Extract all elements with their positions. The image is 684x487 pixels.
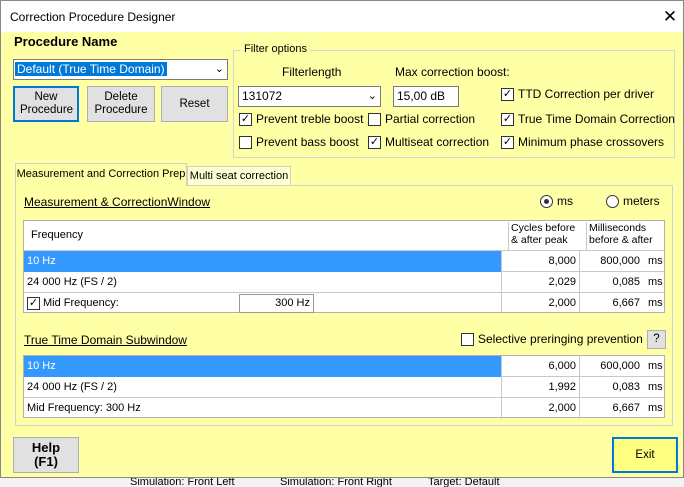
row-unit: ms xyxy=(648,381,663,393)
table-row[interactable]: Mid Frequency: 300 Hz 2,000 6,667 ms xyxy=(24,398,664,419)
row-unit: ms xyxy=(648,402,663,414)
tab-panel: Measurement & CorrectionWindow ms meters… xyxy=(15,185,673,426)
prevent-bass-label: Prevent bass boost xyxy=(256,135,359,149)
close-icon[interactable]: ✕ xyxy=(657,4,683,30)
ms-radio-label: ms xyxy=(557,194,573,208)
tab-measurement-correction-prep[interactable]: Measurement and Correction Prep xyxy=(15,163,187,186)
procedure-select-value: Default (True Time Domain) xyxy=(15,62,167,76)
table-row[interactable]: 24 000 Hz (FS / 2) 1,992 0,083 ms xyxy=(24,377,664,398)
max-boost-value: 15,00 dB xyxy=(397,89,446,103)
row-frequency: Mid Frequency: xyxy=(43,297,119,309)
row-cycles[interactable]: 1,992 xyxy=(501,377,579,398)
ms-radio[interactable] xyxy=(540,195,553,208)
chevron-down-icon: ⌄ xyxy=(214,63,224,75)
new-procedure-label: New Procedure xyxy=(20,91,74,116)
delete-procedure-button[interactable]: Delete Procedure xyxy=(87,86,155,122)
row-ms[interactable]: 800,000 xyxy=(579,251,643,272)
max-boost-label: Max correction boost: xyxy=(395,65,510,79)
question-icon: ? xyxy=(653,333,660,345)
procedure-name-heading: Procedure Name xyxy=(14,34,118,49)
delete-procedure-label: Delete Procedure xyxy=(94,91,148,116)
chevron-down-icon: ⌄ xyxy=(367,90,377,102)
table-row[interactable]: 24 000 Hz (FS / 2) 2,029 0,085 ms xyxy=(24,272,664,293)
legend-item-front-right: Simulation: Front Right xyxy=(280,478,392,487)
multiseat-checkbox[interactable]: ✓ xyxy=(368,136,381,149)
row-cycles[interactable]: 8,000 xyxy=(501,251,579,272)
help-button[interactable]: Help (F1) xyxy=(13,437,79,473)
partial-correction-label: Partial correction xyxy=(385,112,476,126)
row-unit: ms xyxy=(648,276,663,288)
prevent-bass-checkbox[interactable] xyxy=(239,136,252,149)
meters-radio[interactable] xyxy=(606,195,619,208)
row-unit: ms xyxy=(648,297,663,309)
partial-correction-checkbox[interactable] xyxy=(368,113,381,126)
row-ms[interactable]: 6,667 xyxy=(579,398,643,419)
preringing-checkbox[interactable] xyxy=(461,333,474,346)
row-frequency: Mid Frequency: 300 Hz xyxy=(27,402,141,414)
row-cycles[interactable]: 2,000 xyxy=(501,398,579,419)
max-boost-input[interactable]: 15,00 dB xyxy=(393,86,459,107)
reset-label: Reset xyxy=(179,97,210,110)
row-ms[interactable]: 0,083 xyxy=(579,377,643,398)
tab-measurement-label: Measurement and Correction Prep xyxy=(16,168,186,180)
exit-button[interactable]: Exit xyxy=(612,437,678,473)
mid-frequency-checkbox[interactable]: ✓ xyxy=(27,297,40,310)
background-legend-strip: Simulation: Front Left Simulation: Front… xyxy=(0,478,684,487)
legend-item-target: Target: Default xyxy=(428,478,500,487)
min-phase-checkbox[interactable]: ✓ xyxy=(501,136,514,149)
preringing-label: Selective preringing prevention xyxy=(478,332,643,346)
tab-multi-seat-correction[interactable]: Multi seat correction xyxy=(187,166,291,186)
legend-item-front-left: Simulation: Front Left xyxy=(130,478,235,487)
row-ms[interactable]: 600,000 xyxy=(579,356,643,377)
row-cycles[interactable]: 6,000 xyxy=(501,356,579,377)
row-frequency: 10 Hz xyxy=(24,356,501,377)
reset-button[interactable]: Reset xyxy=(161,86,228,122)
header-frequency: Frequency xyxy=(31,229,83,241)
exit-label: Exit xyxy=(635,448,655,461)
prevent-treble-checkbox[interactable]: ✓ xyxy=(239,113,252,126)
row-frequency: 24 000 Hz (FS / 2) xyxy=(27,276,117,288)
row-frequency: 24 000 Hz (FS / 2) xyxy=(27,381,117,393)
row-ms[interactable]: 6,667 xyxy=(579,293,643,314)
measurement-header-row: Frequency Cycles before & after peak Mil… xyxy=(24,221,664,251)
new-procedure-button[interactable]: New Procedure xyxy=(13,86,79,122)
header-cycles: Cycles before & after peak xyxy=(508,222,586,250)
ttd-correction-label: True Time Domain Correction xyxy=(518,112,675,126)
min-phase-label: Minimum phase crossovers xyxy=(518,135,665,149)
table-row[interactable]: 10 Hz 8,000 800,000 ms xyxy=(24,251,664,272)
row-unit: ms xyxy=(648,255,663,267)
measurement-table: Frequency Cycles before & after peak Mil… xyxy=(23,220,665,314)
ttd-correction-checkbox[interactable]: ✓ xyxy=(501,113,514,126)
title-bar: Correction Procedure Designer ✕ xyxy=(1,1,683,32)
filterlength-select[interactable]: 131072 ⌄ xyxy=(238,86,381,107)
mid-frequency-input[interactable]: 300 Hz xyxy=(239,294,314,313)
ttd-per-driver-checkbox[interactable]: ✓ xyxy=(501,88,514,101)
ttd-section-title: True Time Domain Subwindow xyxy=(24,333,187,347)
row-frequency: 10 Hz xyxy=(24,251,501,272)
measurement-section-title: Measurement & CorrectionWindow xyxy=(24,195,211,209)
help-question-button[interactable]: ? xyxy=(647,330,666,349)
prevent-treble-label: Prevent treble boost xyxy=(256,112,364,126)
filterlength-value: 131072 xyxy=(242,89,283,103)
row-ms[interactable]: 0,085 xyxy=(579,272,643,293)
multiseat-label: Multiseat correction xyxy=(385,135,490,149)
header-ms: Milliseconds before & after xyxy=(586,222,664,250)
ttd-table: 10 Hz 6,000 600,000 ms 24 000 Hz (FS / 2… xyxy=(23,355,665,419)
filterlength-label: Filterlength xyxy=(282,65,342,79)
procedure-select[interactable]: Default (True Time Domain) ⌄ xyxy=(13,59,228,80)
window-title: Correction Procedure Designer xyxy=(10,10,176,24)
table-row[interactable]: 10 Hz 6,000 600,000 ms xyxy=(24,356,664,377)
help-label: Help (F1) xyxy=(31,440,61,469)
row-cycles[interactable]: 2,029 xyxy=(501,272,579,293)
table-row[interactable]: ✓ Mid Frequency: 300 Hz 2,000 6,667 ms xyxy=(24,293,664,314)
row-unit: ms xyxy=(648,360,663,372)
row-cycles[interactable]: 2,000 xyxy=(501,293,579,314)
correction-procedure-window: Correction Procedure Designer ✕ Procedur… xyxy=(0,0,684,478)
meters-radio-label: meters xyxy=(623,194,660,208)
ttd-per-driver-label: TTD Correction per driver xyxy=(518,87,655,101)
tab-multi-seat-label: Multi seat correction xyxy=(189,170,289,182)
filter-options-legend: Filter options xyxy=(241,43,310,55)
